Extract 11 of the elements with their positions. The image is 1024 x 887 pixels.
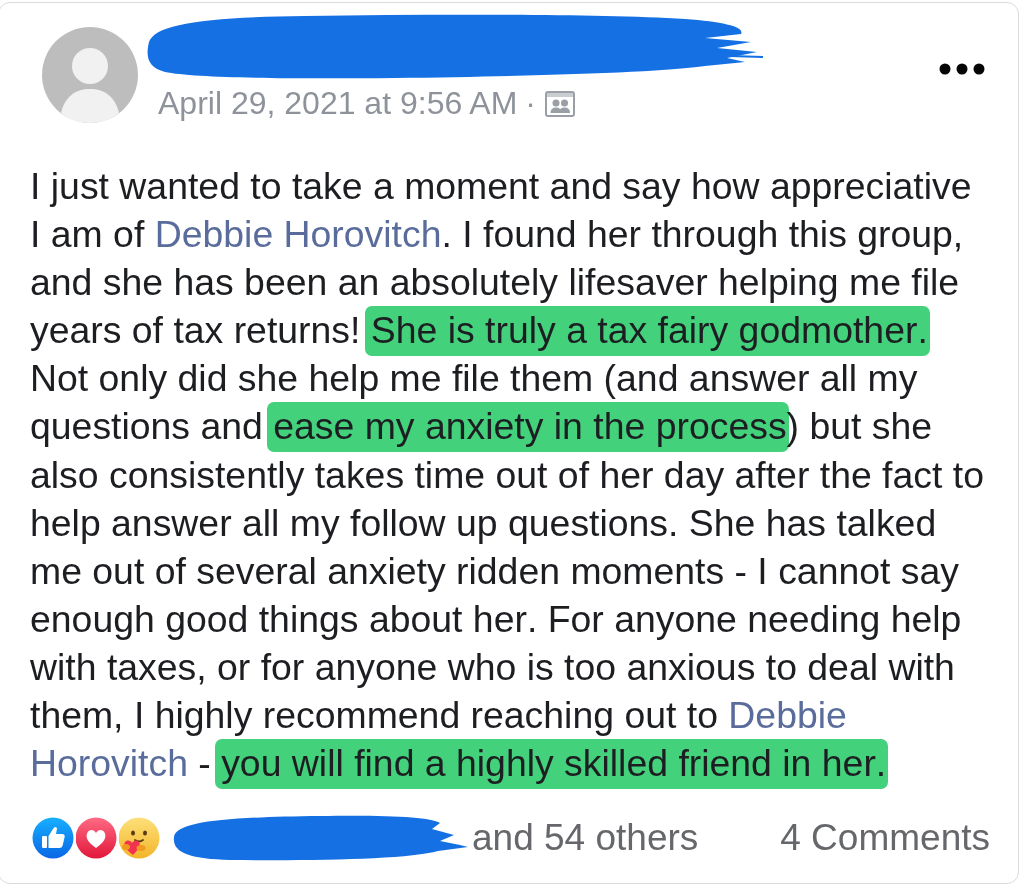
timestamp-link[interactable]: April 29, 2021 at 9:56 AM bbox=[158, 85, 518, 122]
separator-dot: · bbox=[525, 85, 536, 122]
more-icon[interactable] bbox=[939, 63, 985, 75]
heart-icon[interactable] bbox=[73, 815, 119, 862]
mention-link[interactable]: Debbie Horovitch bbox=[154, 213, 442, 256]
comments-link[interactable]: 4 Comments bbox=[780, 817, 990, 860]
reaction-summary-link[interactable]: and 54 others bbox=[472, 817, 699, 860]
people-icon bbox=[545, 90, 575, 117]
mention-link[interactable]: Debbie bbox=[728, 694, 847, 737]
thumbs-up-icon[interactable] bbox=[30, 815, 76, 862]
mention-link[interactable]: Horovitch bbox=[30, 742, 188, 785]
